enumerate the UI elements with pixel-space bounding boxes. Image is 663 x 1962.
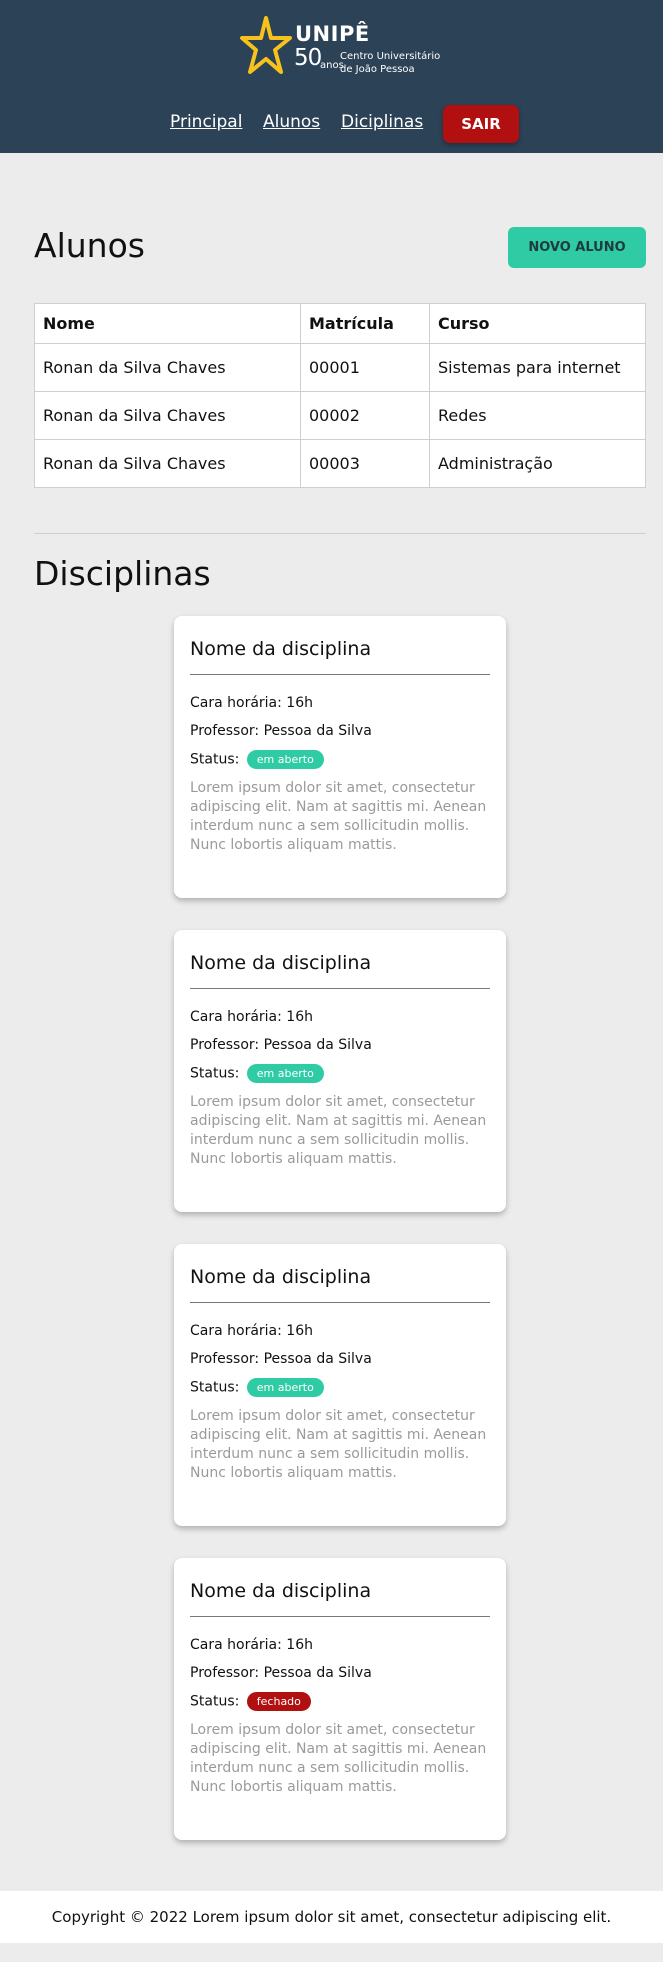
table-row[interactable]: Ronan da Silva Chaves 00002 Redes <box>34 391 646 440</box>
nav-link-disciplinas[interactable]: Diciplinas <box>341 112 423 132</box>
cell-nome: Ronan da Silva Chaves <box>34 343 301 392</box>
discipline-card[interactable]: Nome da disciplina Cara horária: 16h Pro… <box>174 930 506 1212</box>
cell-matricula: 00003 <box>300 439 430 488</box>
status-badge: fechado <box>246 1692 311 1711</box>
discipline-card[interactable]: Nome da disciplina Cara horária: 16h Pro… <box>174 616 506 898</box>
nav-link-alunos[interactable]: Alunos <box>263 112 320 132</box>
card-description: Lorem ipsum dolor sit amet, consectetur … <box>190 780 487 853</box>
card-status-row: Status: em aberto <box>190 1064 324 1083</box>
card-carga: Cara horária: 16h <box>190 1323 313 1339</box>
card-status-row: Status: em aberto <box>190 750 324 769</box>
status-badge: em aberto <box>246 1378 324 1397</box>
card-status-row: Status: em aberto <box>190 1378 324 1397</box>
card-divider <box>190 1616 490 1617</box>
card-title: Nome da disciplina <box>190 952 372 974</box>
card-status-label: Status: <box>190 751 240 768</box>
cell-curso: Sistemas para internet <box>429 343 646 392</box>
logout-button[interactable]: SAIR <box>443 105 519 143</box>
card-status-label: Status: <box>190 1065 240 1082</box>
table-row[interactable]: Ronan da Silva Chaves 00001 Sistemas par… <box>34 343 646 392</box>
column-header-nome[interactable]: Nome <box>34 303 301 344</box>
card-description: Lorem ipsum dolor sit amet, consectetur … <box>190 1408 487 1481</box>
card-divider <box>190 1302 490 1303</box>
card-carga: Cara horária: 16h <box>190 1009 313 1025</box>
discipline-card[interactable]: Nome da disciplina Cara horária: 16h Pro… <box>174 1558 506 1840</box>
card-status-row: Status: fechado <box>190 1692 311 1711</box>
discipline-card[interactable]: Nome da disciplina Cara horária: 16h Pro… <box>174 1244 506 1526</box>
status-badge: em aberto <box>246 1064 324 1083</box>
column-header-curso[interactable]: Curso <box>429 303 646 344</box>
card-divider <box>190 674 490 675</box>
cell-matricula: 00001 <box>300 343 430 392</box>
column-header-matricula[interactable]: Matrícula <box>300 303 430 344</box>
logo-subtitle: Centro Universitário de João Pessoa <box>340 50 440 76</box>
card-professor: Professor: Pessoa da Silva <box>190 1351 372 1367</box>
cell-nome: Ronan da Silva Chaves <box>34 439 301 488</box>
card-title: Nome da disciplina <box>190 1266 372 1288</box>
card-description: Lorem ipsum dolor sit amet, consectetur … <box>190 1094 487 1167</box>
card-professor: Professor: Pessoa da Silva <box>190 1037 372 1053</box>
nav-link-principal[interactable]: Principal <box>170 112 242 132</box>
logo-sub-line2: de João Pessoa <box>340 64 415 75</box>
copyright-text: Copyright © 2022 Lorem ipsum dolor sit a… <box>51 1908 612 1926</box>
card-carga: Cara horária: 16h <box>190 695 313 711</box>
card-professor: Professor: Pessoa da Silva <box>190 1665 372 1681</box>
cell-nome: Ronan da Silva Chaves <box>34 391 301 440</box>
unipe-logo[interactable]: UNIPÊ 50 anos Centro Universitário de Jo… <box>240 16 450 78</box>
new-student-button[interactable]: NOVO ALUNO <box>508 227 646 268</box>
students-table: Nome Matrícula Curso Ronan da Silva Chav… <box>34 303 646 488</box>
section-divider <box>34 533 646 534</box>
cell-matricula: 00002 <box>300 391 430 440</box>
card-status-label: Status: <box>190 1379 240 1396</box>
card-title: Nome da disciplina <box>190 1580 372 1602</box>
disciplinas-title: Disciplinas <box>34 554 211 593</box>
cell-curso: Redes <box>429 391 646 440</box>
cell-curso: Administração <box>429 439 646 488</box>
table-row[interactable]: Ronan da Silva Chaves 00003 Administraçã… <box>34 439 646 488</box>
card-professor: Professor: Pessoa da Silva <box>190 723 372 739</box>
status-badge: em aberto <box>246 750 324 769</box>
card-carga: Cara horária: 16h <box>190 1637 313 1653</box>
site-header: UNIPÊ 50 anos Centro Universitário de Jo… <box>0 0 663 153</box>
table-header-row: Nome Matrícula Curso <box>34 303 646 344</box>
star-icon <box>240 16 292 74</box>
logo-fifty: 50 <box>294 45 322 71</box>
card-divider <box>190 988 490 989</box>
card-description: Lorem ipsum dolor sit amet, consectetur … <box>190 1722 487 1795</box>
logo-name: UNIPÊ <box>295 22 370 46</box>
card-title: Nome da disciplina <box>190 638 372 660</box>
alunos-title: Alunos <box>34 226 145 265</box>
site-footer: Copyright © 2022 Lorem ipsum dolor sit a… <box>0 1891 663 1943</box>
logo-sub-line1: Centro Universitário <box>340 51 441 62</box>
card-status-label: Status: <box>190 1693 240 1710</box>
